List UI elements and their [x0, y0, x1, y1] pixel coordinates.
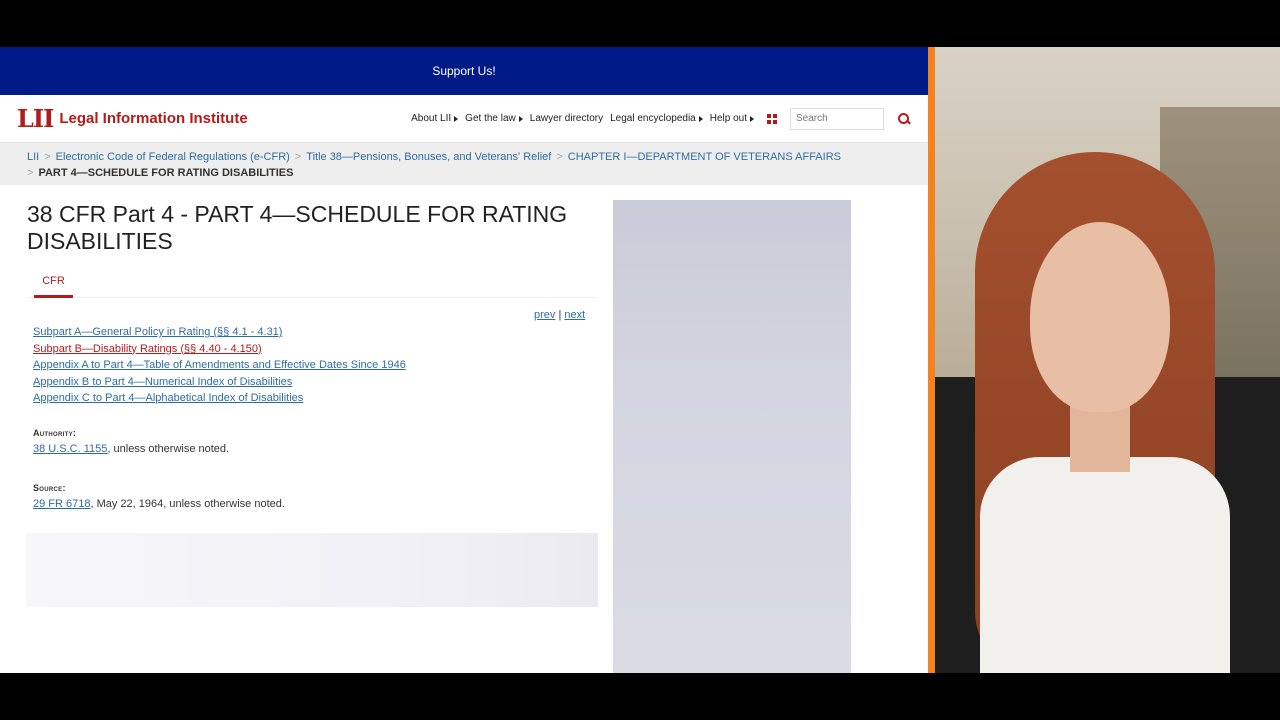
next-link[interactable]: next — [564, 309, 585, 321]
breadcrumb-lii[interactable]: LII — [27, 151, 39, 163]
nav-lawyer-directory[interactable]: Lawyer directory — [530, 113, 603, 124]
search-icon[interactable] — [897, 112, 911, 126]
search-input[interactable] — [790, 107, 884, 130]
support-us-link[interactable]: Support Us! — [432, 64, 495, 78]
logo-text: Legal Information Institute — [59, 110, 248, 127]
toc-list: Subpart A—General Policy in Rating (§§ 4… — [33, 324, 406, 407]
nav-legal-encyclopedia[interactable]: Legal encyclopedia — [610, 113, 703, 124]
caret-right-icon — [454, 115, 459, 122]
breadcrumb-current: PART 4—SCHEDULE FOR RATING DISABILITIES — [38, 167, 294, 179]
authority-label: Authority: — [33, 428, 77, 438]
page-title: 38 CFR Part 4 - PART 4—SCHEDULE FOR RATI… — [27, 201, 568, 254]
tab-cfr[interactable]: CFR — [34, 273, 73, 298]
toc-link-appendix-c[interactable]: Appendix C to Part 4—Alphabetical Index … — [33, 390, 406, 407]
toc-link-subpart-b[interactable]: Subpart B—Disability Ratings (§§ 4.40 - … — [33, 341, 406, 358]
caret-right-icon — [518, 115, 523, 122]
pager-separator: | — [558, 309, 562, 321]
breadcrumb: LII > Electronic Code of Federal Regulatio… — [0, 143, 928, 185]
nav-about-lii[interactable]: About LII — [411, 113, 459, 124]
toc-link-appendix-a[interactable]: Appendix A to Part 4—Table of Amendments… — [33, 357, 406, 374]
source-link[interactable]: 29 FR 6718 — [33, 498, 90, 510]
caret-right-icon — [750, 115, 754, 122]
support-banner: Support Us! — [0, 47, 928, 95]
source-value: 29 FR 6718, May 22, 1964, unless otherwi… — [33, 498, 285, 510]
main-nav: About LII Get the law Lawyer directory L… — [411, 107, 911, 130]
prev-link[interactable]: prev — [534, 309, 555, 321]
caret-right-icon — [698, 115, 703, 122]
nav-get-the-law[interactable]: Get the law — [465, 113, 523, 124]
nav-help-out[interactable]: Help out — [710, 113, 754, 124]
browser-viewport: Support Us! LII Legal Information Instit… — [0, 47, 928, 673]
breadcrumb-chapter-i[interactable]: CHAPTER I—DEPARTMENT OF VETERANS AFFAIRS — [568, 151, 841, 163]
sidebar-ad-placeholder — [613, 200, 851, 673]
authority-value: 38 U.S.C. 1155, unless otherwise noted. — [33, 443, 230, 455]
toc-link-subpart-a[interactable]: Subpart A—General Policy in Rating (§§ 4… — [33, 324, 406, 341]
gift-icon[interactable] — [767, 113, 777, 124]
ad-placeholder — [26, 533, 598, 607]
lii-logo[interactable]: LII Legal Information Institute — [17, 104, 248, 133]
toc-link-appendix-b[interactable]: Appendix B to Part 4—Numerical Index of … — [33, 374, 406, 391]
breadcrumb-title-38[interactable]: Title 38—Pensions, Bonuses, and Veterans… — [306, 151, 551, 163]
pager: prev | next — [534, 309, 585, 321]
tab-bar: CFR — [27, 273, 597, 298]
breadcrumb-ecfr[interactable]: Electronic Code of Federal Regulations (… — [56, 151, 290, 163]
presenter-face — [1030, 222, 1170, 412]
presenter-shirt — [980, 457, 1230, 673]
video-frame: Support Us! LII Legal Information Instit… — [0, 0, 1280, 720]
webcam-video — [935, 47, 1280, 673]
source-label: Source: — [33, 483, 66, 493]
frame-divider — [928, 47, 935, 673]
site-header: LII Legal Information Institute About LI… — [0, 95, 928, 143]
authority-link[interactable]: 38 U.S.C. 1155 — [33, 443, 107, 455]
logo-mark: LII — [17, 104, 54, 133]
